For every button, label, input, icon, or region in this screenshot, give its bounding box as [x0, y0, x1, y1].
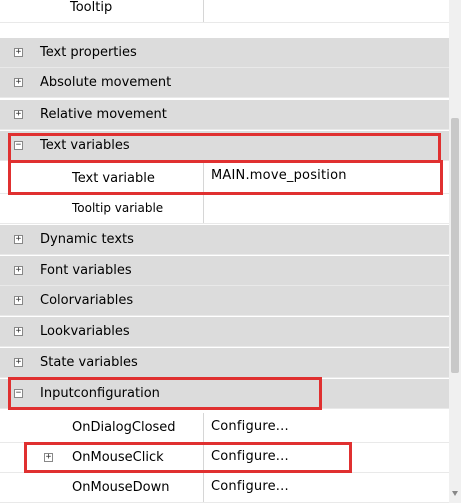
scrollbar-thumb[interactable] — [451, 118, 459, 373]
collapse-icon[interactable]: − — [14, 141, 23, 150]
group-label: State variables — [40, 355, 138, 370]
row-text-variable[interactable]: Text variable MAIN.move_position — [0, 162, 449, 194]
expand-icon[interactable]: + — [14, 235, 23, 244]
expand-icon[interactable]: + — [14, 78, 23, 87]
row-label: Tooltip variable — [72, 201, 164, 215]
group-color-variables[interactable]: + Colorvariables — [0, 286, 449, 316]
group-label: Text properties — [40, 45, 137, 60]
row-on-mouse-down[interactable]: OnMouseDown Configure... — [0, 473, 449, 503]
column-divider — [203, 413, 204, 442]
row-tooltip-variable[interactable]: Tooltip variable — [0, 194, 449, 224]
vertical-scrollbar[interactable] — [449, 0, 461, 503]
group-label: Font variables — [40, 263, 132, 278]
row-label: OnMouseDown — [72, 480, 170, 495]
group-label: Dynamic texts — [40, 232, 134, 247]
group-label: Inputconfiguration — [40, 386, 160, 401]
group-label: Relative movement — [40, 107, 167, 122]
row-label: Text variable — [72, 171, 155, 186]
column-divider — [203, 443, 204, 472]
group-label: Absolute movement — [40, 75, 172, 90]
group-label: Colorvariables — [40, 293, 134, 308]
row-value[interactable]: MAIN.move_position — [211, 168, 347, 183]
collapse-icon[interactable]: − — [14, 389, 23, 398]
expand-icon[interactable]: + — [14, 110, 23, 119]
group-look-variables[interactable]: + Lookvariables — [0, 317, 449, 347]
group-input-configuration[interactable]: − Inputconfiguration — [0, 379, 449, 409]
column-divider — [203, 162, 204, 193]
configure-link[interactable]: Configure... — [211, 419, 289, 434]
row-on-dialog-closed[interactable]: OnDialogClosed Configure... — [0, 413, 449, 443]
row-label: Tooltip — [70, 0, 113, 15]
column-divider — [203, 194, 204, 223]
expand-icon[interactable]: + — [44, 453, 53, 462]
expand-icon[interactable]: + — [14, 48, 23, 57]
configure-link[interactable]: Configure... — [211, 479, 289, 494]
expand-icon[interactable]: + — [14, 327, 23, 336]
property-grid: Tooltip + Text properties + Absolute mov… — [0, 0, 461, 503]
group-font-variables[interactable]: + Font variables — [0, 256, 449, 286]
expand-icon[interactable]: + — [14, 266, 23, 275]
row-on-mouse-click[interactable]: + OnMouseClick Configure... — [0, 443, 449, 473]
group-label: Text variables — [40, 138, 130, 153]
expand-icon[interactable]: + — [14, 358, 23, 367]
expand-icon[interactable]: + — [14, 296, 23, 305]
column-divider — [203, 0, 204, 22]
row-tooltip[interactable]: Tooltip — [0, 0, 449, 23]
row-label: OnDialogClosed — [72, 420, 176, 435]
row-label: OnMouseClick — [72, 450, 164, 465]
group-text-variables[interactable]: − Text variables — [0, 131, 449, 161]
group-text-properties[interactable]: + Text properties — [0, 38, 449, 68]
group-state-variables[interactable]: + State variables — [0, 348, 449, 378]
column-divider — [203, 473, 204, 502]
group-label: Lookvariables — [40, 324, 130, 339]
group-relative-movement[interactable]: + Relative movement — [0, 100, 449, 130]
configure-link[interactable]: Configure... — [211, 449, 289, 464]
group-absolute-movement[interactable]: + Absolute movement — [0, 68, 449, 98]
scroll-down-arrow-icon[interactable] — [452, 491, 458, 496]
group-dynamic-texts[interactable]: + Dynamic texts — [0, 225, 449, 255]
